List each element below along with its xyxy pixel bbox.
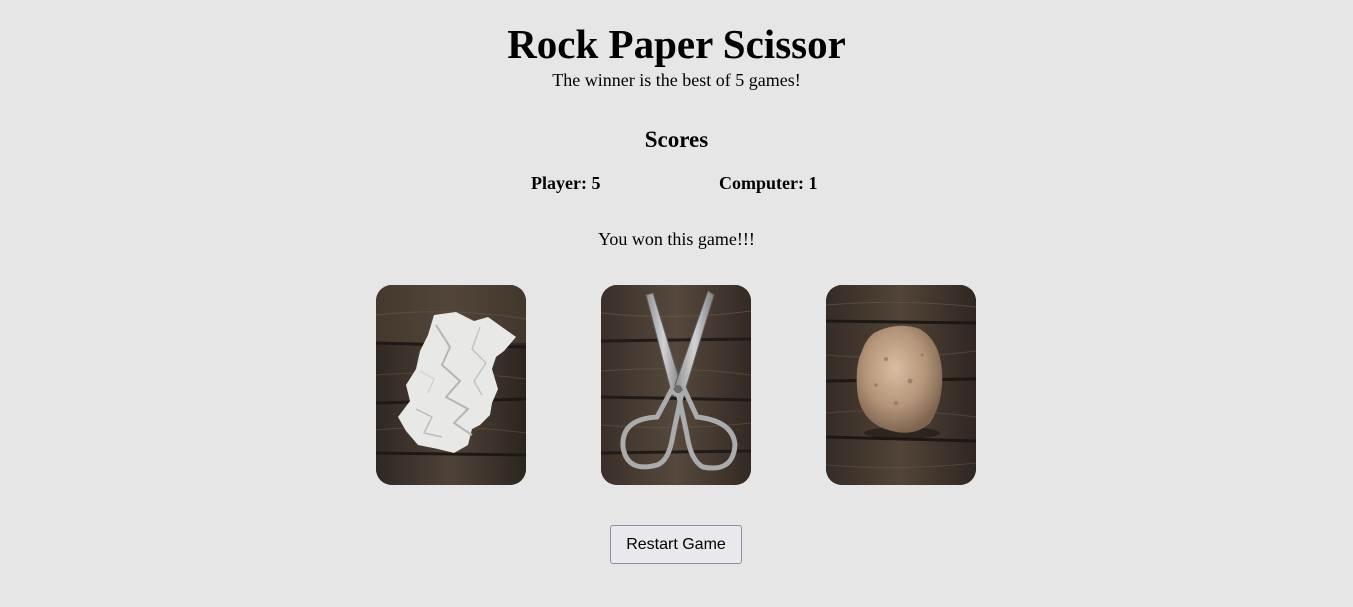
rock-icon <box>826 285 976 485</box>
paper-choice-button[interactable] <box>376 285 526 485</box>
scissors-choice-button[interactable] <box>601 285 751 485</box>
player-score: Player: 5 <box>531 173 601 193</box>
scissors-icon <box>601 285 751 485</box>
round-result-message: You won this game!!! <box>598 229 755 249</box>
rock-choice-button[interactable] <box>826 285 976 485</box>
page-subtitle: The winner is the best of 5 games! <box>552 70 801 90</box>
restart-game-button[interactable]: Restart Game <box>610 525 742 564</box>
computer-score: Computer: 1 <box>719 173 818 193</box>
page-title: Rock Paper Scissor <box>507 21 846 67</box>
scores-heading: Scores <box>644 127 709 152</box>
paper-icon <box>376 285 526 485</box>
